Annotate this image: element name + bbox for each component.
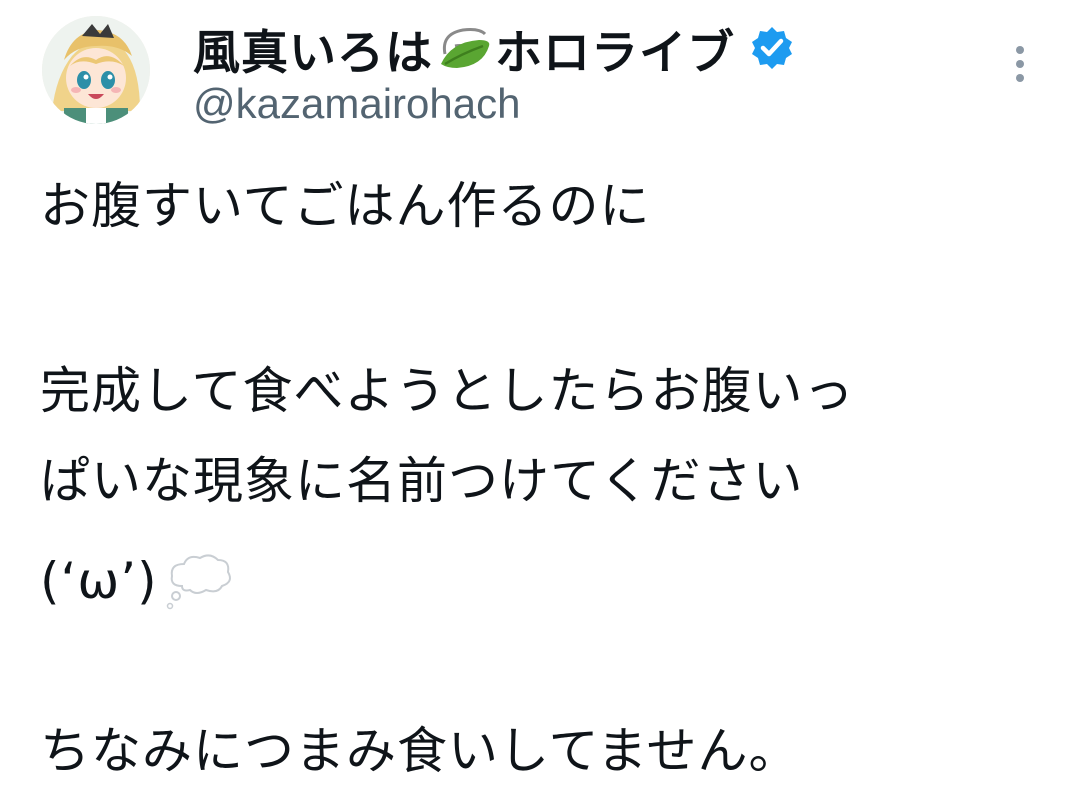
author-display-name[interactable]: 風真いろは ホロライブ xyxy=(193,18,795,81)
avatar[interactable] xyxy=(42,16,150,124)
tweet-text-line: お腹すいてごはん作るのに xyxy=(40,177,651,235)
thought-balloon-icon xyxy=(164,550,236,612)
more-vertical-icon[interactable] xyxy=(1004,44,1036,88)
author-name-prefix: 風真いろは xyxy=(193,25,433,81)
kaomoji-text: (‘ω’) xyxy=(40,552,158,610)
verified-badge-icon xyxy=(749,25,795,71)
tweet-text-line-with-emoji: (‘ω’) xyxy=(40,545,236,617)
tweet-text-line: 完成して食べようとしたらお腹いっ xyxy=(40,362,855,420)
tweet: 風真いろは ホロライブ @kazamairohach お腹すいてごはん作るのに … xyxy=(0,0,1080,795)
avatar-illustration xyxy=(42,16,150,124)
leaf-emoji-icon xyxy=(435,24,493,72)
author-handle[interactable]: @kazamairohach xyxy=(193,80,520,128)
author-name-suffix: ホロライブ xyxy=(495,25,735,81)
tweet-text-line: ちなみにつまみ食いしてません。 xyxy=(40,722,800,780)
tweet-text-line: ぱいな現象に名前つけてください xyxy=(40,452,804,510)
